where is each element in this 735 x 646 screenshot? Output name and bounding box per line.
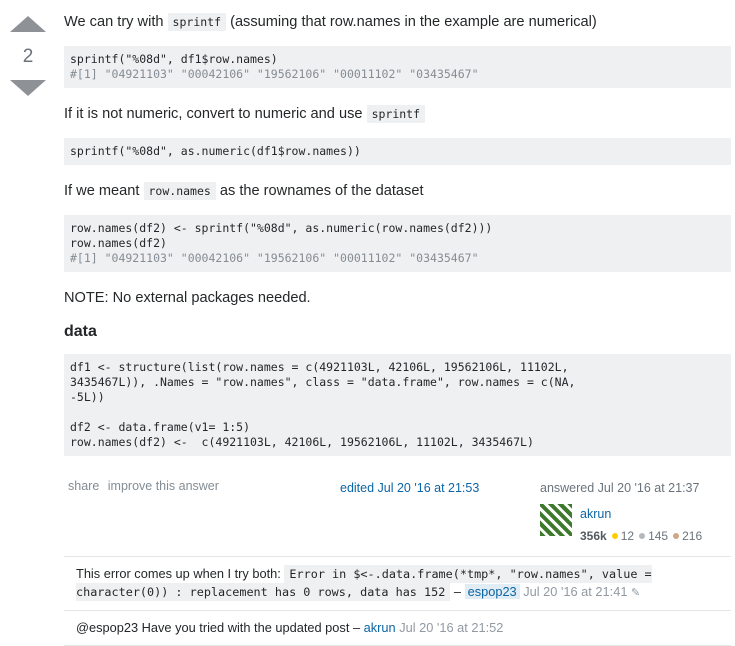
code-block-3: row.names(df2) <- sprintf("%08d", as.num… (64, 215, 731, 272)
improve-answer-link[interactable]: improve this answer (108, 479, 219, 493)
inline-code-row-names: row.names (143, 182, 216, 200)
paragraph-tail: as the rownames of the dataset (219, 183, 424, 199)
gold-badge-icon (611, 533, 618, 539)
answer-body: We can try with sprintf (assuming that r… (64, 12, 731, 543)
comment-text: This error comes up when I try both: (76, 566, 281, 581)
avatar[interactable] (540, 504, 572, 536)
post-meta: share improve this answer edited Jul 20 … (64, 472, 731, 543)
code-line: 3435467L)), .Names = "row.names", class … (70, 375, 576, 389)
code-line: -5L)) (70, 390, 105, 404)
downvote-arrow-icon[interactable] (10, 80, 46, 96)
edit-pencil-icon[interactable]: ✎ (631, 587, 640, 599)
user-card: answered Jul 20 '16 at 21:37 akrun 356k 1… (540, 478, 730, 546)
reputation-score: 356k (580, 529, 607, 543)
share-link[interactable]: share (68, 479, 99, 493)
silver-badge-icon (639, 533, 646, 539)
user-name-link[interactable]: akrun (580, 504, 702, 524)
intro-tail: (assuming that row.names in the example … (230, 14, 597, 30)
intro-text: We can try with (64, 14, 164, 30)
code-block-1: sprintf("%08d", df1$row.names) #[1] "049… (64, 46, 731, 88)
code-line: row.names(df2) (70, 236, 167, 250)
bronze-badge-icon (673, 533, 680, 539)
inline-code-sprintf: sprintf (366, 105, 426, 123)
bronze-badge-count: 216 (682, 529, 703, 543)
comment-user-link[interactable]: akrun (364, 620, 396, 635)
comments-list: This error comes up when I try both: Err… (64, 556, 731, 646)
code-line: df2 <- data.frame(v1= 1:5) (70, 420, 251, 434)
comment: This error comes up when I try both: Err… (64, 557, 731, 611)
gold-badge-count: 12 (620, 529, 635, 543)
code-block-4: df1 <- structure(list(row.names = c(4921… (64, 354, 731, 456)
code-line: sprintf("%08d", as.numeric(df1$row.names… (70, 144, 361, 158)
comment-dash: – (453, 584, 462, 599)
vote-count: 2 (22, 46, 34, 67)
data-heading: data (64, 323, 97, 340)
paragraph-3: If we meant row.names as the rownames of… (64, 181, 731, 201)
answered-time: answered Jul 20 '16 at 21:37 (540, 481, 700, 495)
code-block-2: sprintf("%08d", as.numeric(df1$row.names… (64, 138, 731, 165)
post-menu: share improve this answer (68, 476, 224, 496)
note-paragraph: NOTE: No external packages needed. (64, 290, 311, 306)
comment-user-link[interactable]: espop23 (464, 584, 520, 599)
comment-date[interactable]: Jul 20 '16 at 21:52 (399, 620, 503, 635)
code-line: df1 <- structure(list(row.names = c(4921… (70, 360, 569, 374)
comment-dash: – (352, 620, 361, 635)
edited-link[interactable]: edited Jul 20 '16 at 21:53 (340, 478, 479, 498)
comment-text: @espop23 Have you tried with the updated… (76, 620, 350, 635)
code-line: row.names(df2) <- c(4921103L, 42106L, 19… (70, 435, 534, 449)
inline-code-sprintf: sprintf (167, 13, 227, 31)
reputation: 356k 12 145 216 (580, 526, 702, 546)
paragraph-2: If it is not numeric, convert to numeric… (64, 104, 731, 124)
paragraph-text: If we meant (64, 183, 140, 199)
paragraph-text: If it is not numeric, convert to numeric… (64, 106, 363, 122)
code-line: sprintf("%08d", df1$row.names) (70, 52, 278, 66)
code-line: row.names(df2) <- sprintf("%08d", as.num… (70, 221, 493, 235)
comment: @espop23 Have you tried with the updated… (64, 611, 731, 646)
code-line: #[1] "04921103" "00042106" "19562106" "0… (70, 67, 479, 81)
vote-column: 2 (8, 16, 48, 96)
comment-date[interactable]: Jul 20 '16 at 21:41 (523, 584, 627, 599)
silver-badge-count: 145 (648, 529, 669, 543)
code-line: #[1] "04921103" "00042106" "19562106" "0… (70, 251, 479, 265)
upvote-arrow-icon[interactable] (10, 16, 46, 32)
intro-paragraph: We can try with sprintf (assuming that r… (64, 12, 731, 32)
